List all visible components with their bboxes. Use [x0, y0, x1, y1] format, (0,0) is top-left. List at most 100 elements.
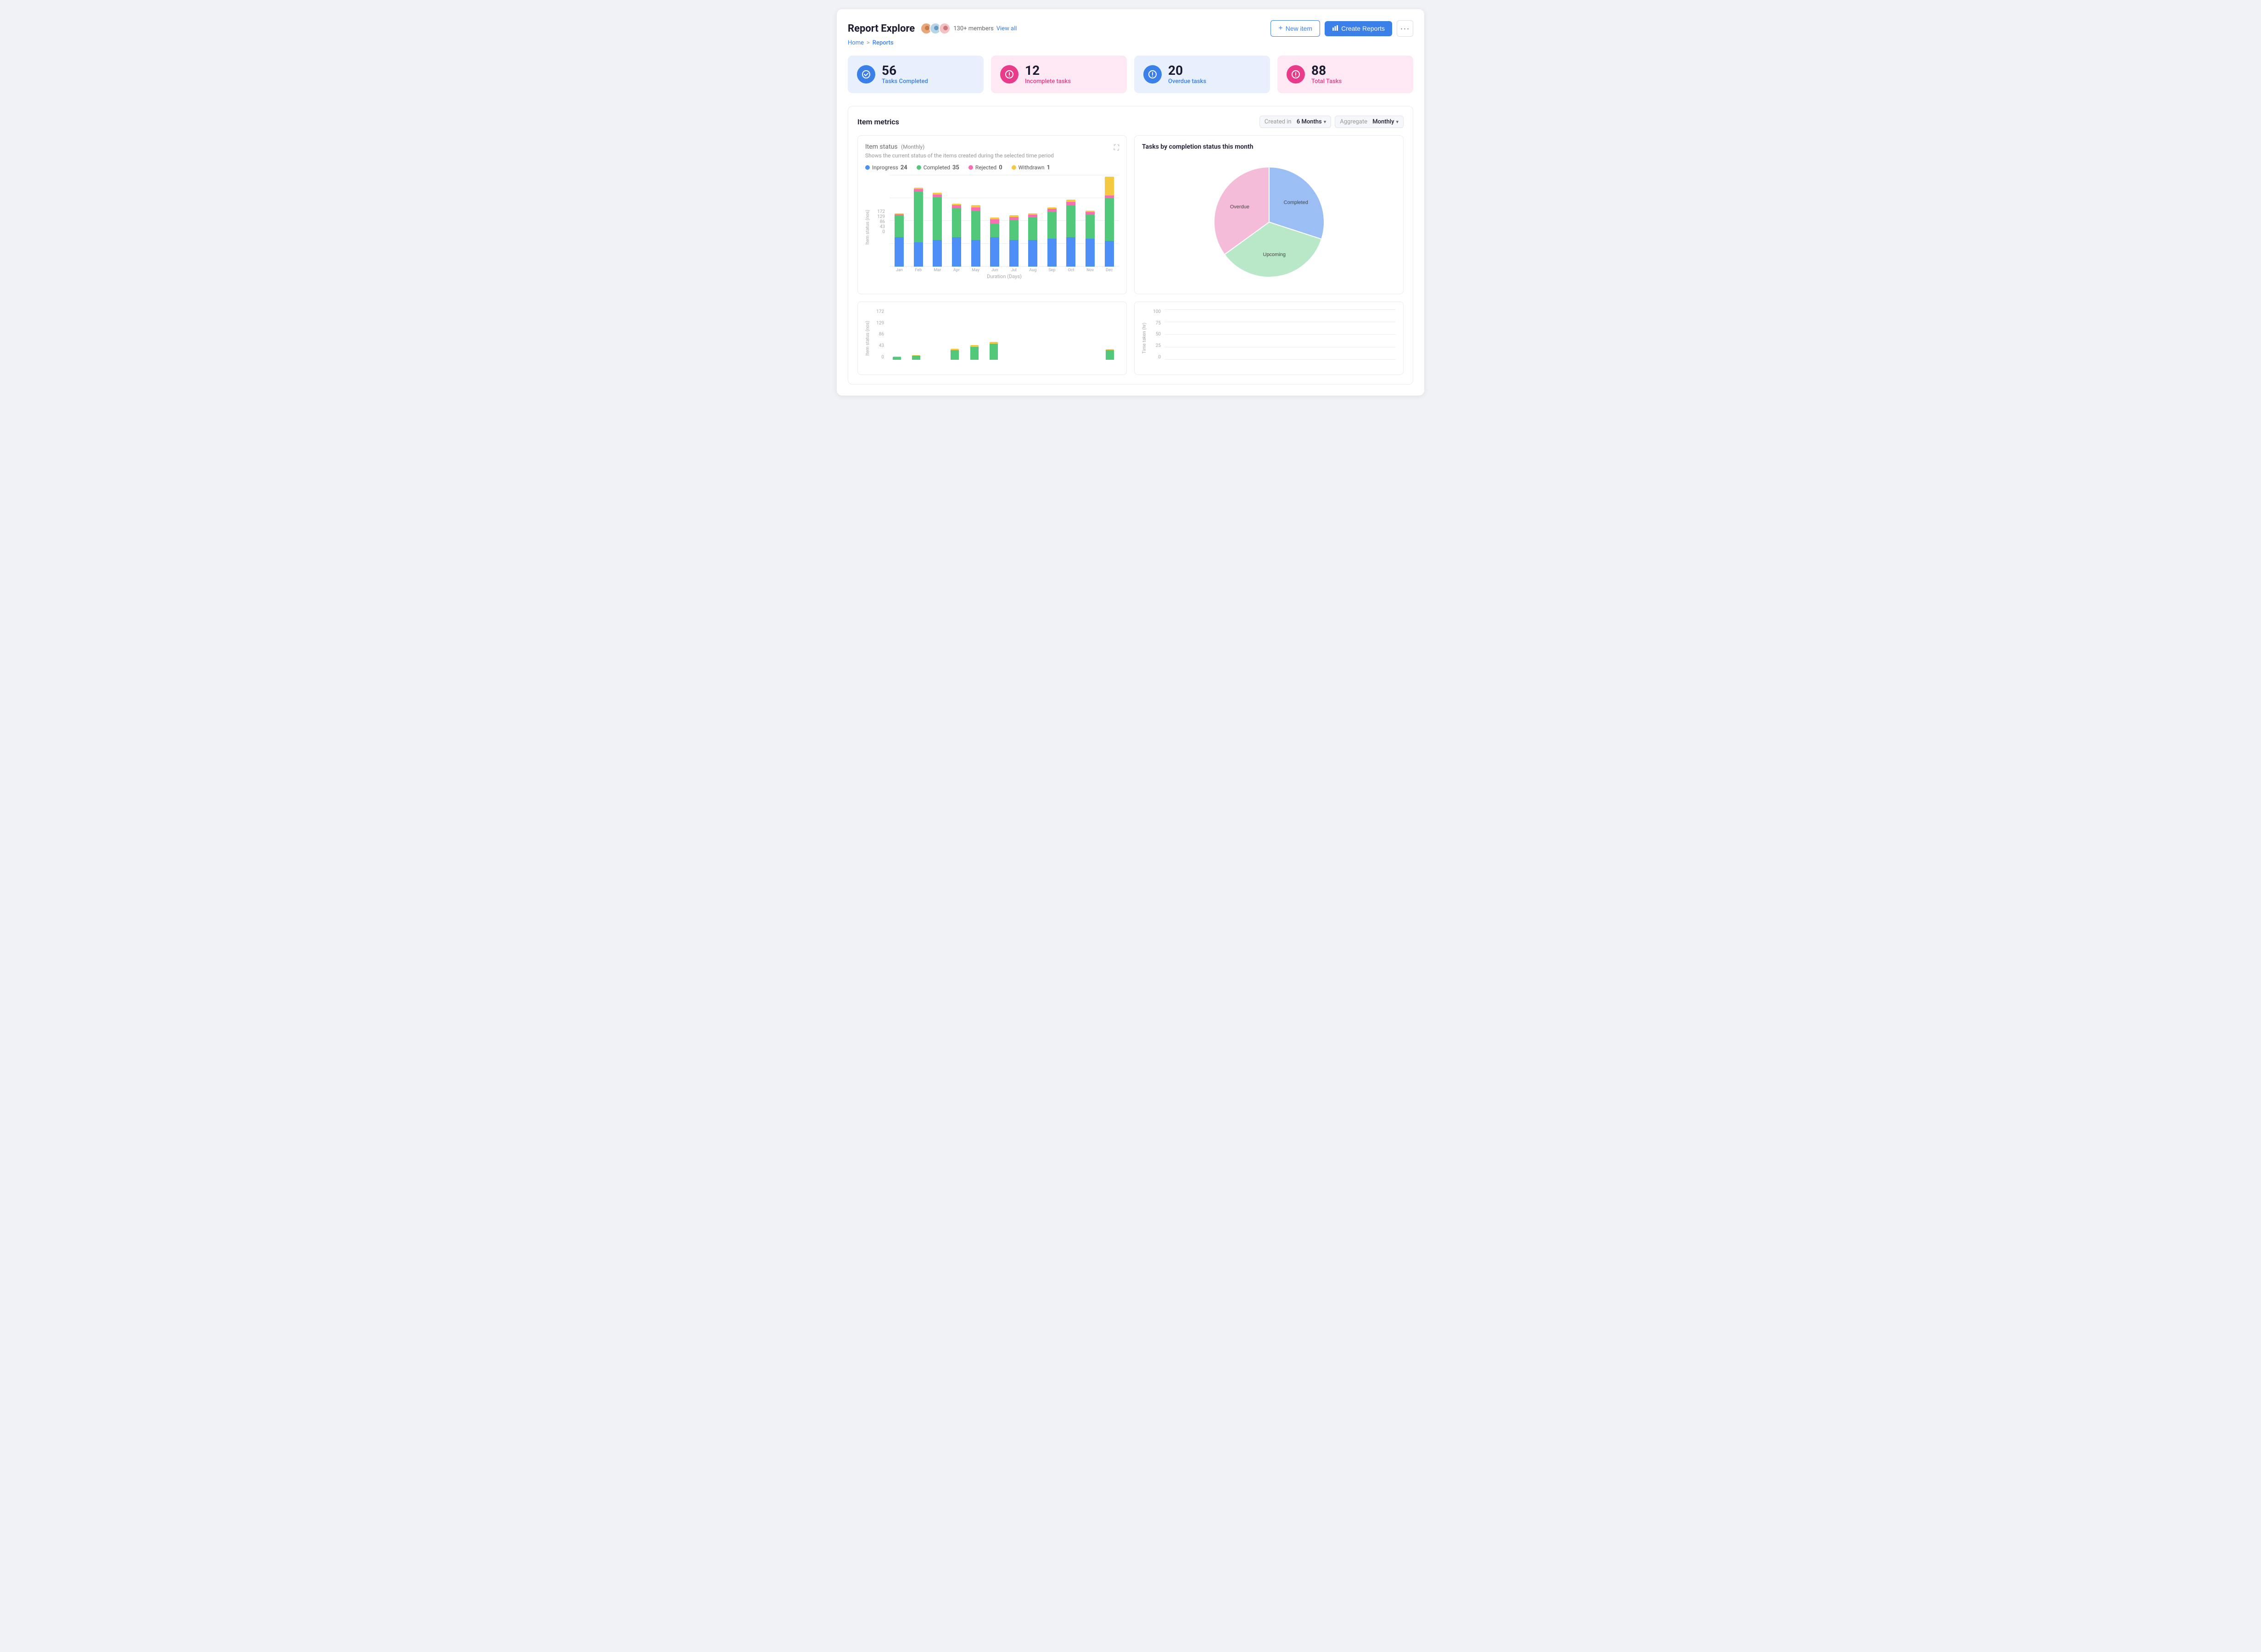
- bar-chart-subtitle: Shows the current status of the items cr…: [865, 152, 1054, 159]
- avatar-3: [939, 22, 951, 34]
- bar-chart-header: Item status (Monthly) Shows the current …: [865, 143, 1119, 164]
- stat-icon-completed: [857, 65, 875, 84]
- legend-completed: Completed 35: [917, 164, 959, 171]
- legend-dot-completed: [917, 165, 921, 170]
- member-info: 130+ members View all: [920, 22, 1017, 34]
- bar-stack-Nov: [1086, 211, 1095, 267]
- y-label-43: 43: [873, 224, 885, 229]
- stat-number-total: 88: [1311, 64, 1342, 78]
- charts-row: Item status (Monthly) Shows the current …: [857, 135, 1404, 294]
- pie-label-upcoming: Upcoming: [1263, 252, 1286, 257]
- x-label-Sep: Sep: [1043, 268, 1061, 273]
- bar-stack-Sep: [1047, 207, 1057, 267]
- stat-number-completed: 56: [882, 64, 928, 78]
- metrics-section: Item metrics Created in 6 Months ▾ Aggre…: [848, 106, 1413, 385]
- created-in-control[interactable]: Created in 6 Months ▾: [1259, 116, 1331, 128]
- x-label-Apr: Apr: [948, 268, 966, 273]
- bar-group-Nov: [1081, 211, 1099, 267]
- aggregate-label: Aggregate: [1340, 118, 1367, 125]
- metrics-controls: Created in 6 Months ▾ Aggregate Monthly …: [1259, 116, 1404, 128]
- stat-text-completed: 56 Tasks Completed: [882, 64, 928, 85]
- legend-withdrawn: Withdrawn 1: [1012, 164, 1050, 171]
- bar-chart-title: Item status (Monthly): [865, 143, 1054, 151]
- stat-text-overdue: 20 Overdue tasks: [1168, 64, 1206, 85]
- bottom-right-y-wrapper: Time taken (hr) 100 75 50 25 0: [1142, 309, 1163, 367]
- breadcrumb: Home > Reports: [848, 39, 1413, 46]
- x-axis-title: Duration (Days): [890, 273, 1119, 279]
- plus-icon: +: [1278, 24, 1282, 33]
- bar-stack-Jan: [895, 213, 904, 267]
- bar-group-Mar: [929, 193, 946, 266]
- bottom-y-axis: 172 129 86 43 0: [873, 309, 886, 367]
- stat-text-incomplete: 12 Incomplete tasks: [1025, 64, 1071, 85]
- stat-card-incomplete: 12 Incomplete tasks: [991, 56, 1127, 93]
- bar-chart-area: Item status (nos) 172 129 86 43 0: [865, 175, 1119, 279]
- bar-group-Sep: [1043, 207, 1061, 267]
- stat-number-incomplete: 12: [1025, 64, 1071, 78]
- bar-group-Aug: [1024, 213, 1042, 267]
- stat-label-completed: Tasks Completed: [882, 78, 928, 85]
- bottom-right-y-axis: 100 75 50 25 0: [1150, 309, 1163, 367]
- aggregate-value: Monthly: [1372, 118, 1394, 125]
- header-actions: + New item Create Reports ···: [1270, 20, 1413, 37]
- bottom-charts-row: Item status (nos) 172 129 86 43 0: [857, 301, 1404, 375]
- stat-label-incomplete: Incomplete tasks: [1025, 78, 1071, 85]
- x-label-Nov: Nov: [1081, 268, 1099, 273]
- more-options-button[interactable]: ···: [1397, 20, 1413, 37]
- aggregate-arrow: ▾: [1396, 119, 1399, 125]
- bar-stack-Oct: [1066, 200, 1075, 266]
- breadcrumb-home[interactable]: Home: [848, 39, 864, 46]
- pie-chart-title: Tasks by completion status this month: [1142, 143, 1254, 151]
- stat-label-overdue: Overdue tasks: [1168, 78, 1206, 85]
- metrics-header: Item metrics Created in 6 Months ▾ Aggre…: [857, 116, 1404, 128]
- x-axis-labels: JanFebMarAprMayJunJulAugSepOctNovDec: [890, 268, 1119, 273]
- x-label-Jan: Jan: [890, 268, 908, 273]
- pie-chart-svg: CompletedUpcomingOverdue: [1205, 158, 1333, 286]
- bars-container: [890, 175, 1119, 267]
- x-label-Feb: Feb: [910, 268, 928, 273]
- chart-legend: Inprogress 24 Completed 35 Rejected 0: [865, 164, 1119, 171]
- bar-chart-relative: [890, 175, 1119, 267]
- x-label-May: May: [967, 268, 985, 273]
- y-label-86: 86: [873, 219, 885, 224]
- legend-dot-withdrawn: [1012, 165, 1016, 170]
- bar-stack-Aug: [1028, 213, 1037, 267]
- create-reports-button[interactable]: Create Reports: [1325, 21, 1392, 36]
- bar-stack-Jul: [1009, 215, 1019, 267]
- x-label-Dec: Dec: [1100, 268, 1118, 273]
- expand-icon[interactable]: ⛶: [1114, 143, 1119, 152]
- new-item-button[interactable]: + New item: [1270, 20, 1320, 37]
- stat-icon-incomplete: [1000, 65, 1019, 84]
- metrics-title: Item metrics: [857, 117, 899, 126]
- view-all-link[interactable]: View all: [996, 25, 1017, 32]
- bar-stack-Feb: [914, 188, 923, 267]
- bar-chart-title-group: Item status (Monthly) Shows the current …: [865, 143, 1054, 164]
- member-count: 130+ members: [953, 25, 994, 32]
- created-in-label: Created in: [1265, 118, 1292, 125]
- y-label-0: 0: [873, 229, 885, 234]
- bottom-chart-left: Item status (nos) 172 129 86 43 0: [857, 301, 1127, 375]
- pie-chart-panel: Tasks by completion status this month Co…: [1134, 135, 1404, 294]
- aggregate-control[interactable]: Aggregate Monthly ▾: [1335, 116, 1404, 128]
- bar-stack-Dec: [1105, 177, 1114, 266]
- stat-label-total: Total Tasks: [1311, 78, 1342, 85]
- stat-card-total: 88 Total Tasks: [1277, 56, 1413, 93]
- bar-group-Jul: [1005, 215, 1023, 267]
- legend-inprogress: Inprogress 24: [865, 164, 907, 171]
- stat-card-overdue: 20 Overdue tasks: [1134, 56, 1270, 93]
- stat-number-overdue: 20: [1168, 64, 1206, 78]
- header-left: Report Explore 130+ members View all: [848, 22, 1017, 34]
- more-icon: ···: [1400, 24, 1410, 33]
- pie-label-overdue: Overdue: [1230, 204, 1249, 210]
- bottom-right-y-title: Time taken (hr): [1142, 323, 1147, 354]
- bottom-right-chart: [1164, 309, 1396, 367]
- bar-stack-Jun: [990, 218, 999, 267]
- x-label-Oct: Oct: [1062, 268, 1080, 273]
- created-in-arrow: ▾: [1324, 119, 1326, 125]
- stat-icon-total: [1287, 65, 1305, 84]
- y-label-129: 129: [873, 214, 885, 219]
- bar-group-Feb: [910, 188, 928, 267]
- bar-chart-inner: JanFebMarAprMayJunJulAugSepOctNovDec Dur…: [890, 175, 1119, 279]
- y-label-172: 172: [873, 209, 885, 214]
- x-label-Aug: Aug: [1024, 268, 1042, 273]
